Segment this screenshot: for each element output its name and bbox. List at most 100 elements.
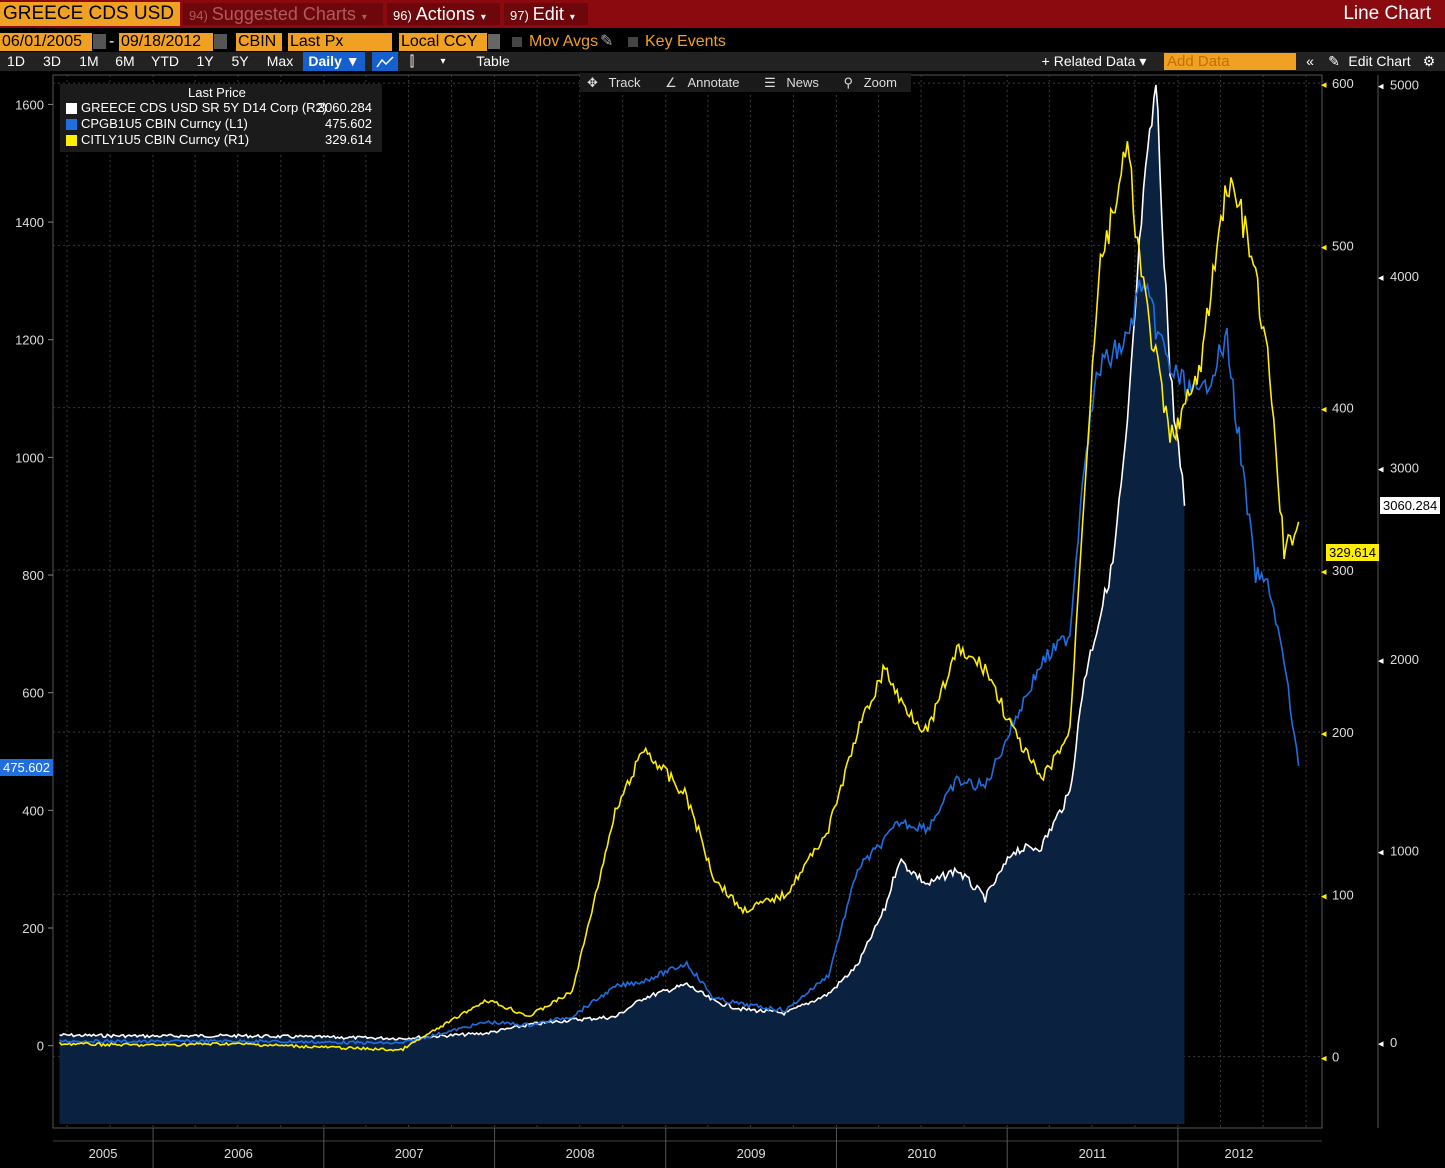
range-1d-button[interactable]: 1D	[0, 52, 32, 71]
pencil-icon[interactable]: ✎	[600, 33, 613, 51]
range-5y-button[interactable]: 5Y	[225, 52, 255, 71]
x-tick-label: 2008	[566, 1146, 595, 1161]
menu-label: Edit	[532, 4, 564, 24]
r2-tick-marker: ◂	[1378, 272, 1384, 284]
r2-tick-marker: ◂	[1378, 1038, 1384, 1050]
source-field[interactable]: CBIN	[236, 33, 282, 51]
calendar-icon[interactable]	[214, 34, 227, 49]
edit-chart-button[interactable]: Edit Chart	[1343, 52, 1416, 71]
news-label: News	[786, 75, 819, 90]
range-6m-button[interactable]: 6M	[110, 52, 140, 71]
x-tick-label: 2010	[907, 1146, 936, 1161]
r2-tick-marker: ◂	[1378, 81, 1384, 93]
legend-item[interactable]: GREECE CDS USD SR 5Y D14 Corp (R2) 3060.…	[66, 100, 378, 116]
key-events-label[interactable]: Key Events	[645, 33, 726, 51]
gear-icon[interactable]: ⚙	[1420, 52, 1438, 71]
chart-type-dropdown-icon[interactable]: ▾	[434, 52, 452, 71]
x-tick-label: 2012	[1224, 1146, 1253, 1161]
range-1y-button[interactable]: 1Y	[190, 52, 220, 71]
bar-chart-icon[interactable]: ⫿	[402, 52, 422, 71]
l1-tick-label: 800	[22, 568, 44, 583]
l1-tick-label: 1400	[15, 215, 44, 230]
l1-tick-label: 400	[22, 803, 44, 818]
collapse-icon[interactable]: «	[1299, 52, 1321, 71]
r2-tick-marker: ◂	[1378, 846, 1384, 858]
legend: Last Price GREECE CDS USD SR 5Y D14 Corp…	[60, 84, 382, 152]
legend-value: 329.614	[325, 132, 372, 147]
l1-tick-label: 1600	[15, 97, 44, 112]
line-chart-glyph	[376, 56, 394, 68]
end-date-field[interactable]: 09/18/2012	[119, 33, 213, 51]
legend-swatch	[66, 119, 77, 130]
r1-tick-label: 100	[1332, 887, 1354, 902]
range-ytd-button[interactable]: YTD	[146, 52, 184, 71]
news-tool[interactable]: ☰ News	[757, 75, 833, 90]
caret-down-icon: ▾	[569, 12, 575, 23]
l1-tick-label: 600	[22, 686, 44, 701]
r2-tick-label: 5000	[1390, 78, 1419, 93]
x-tick-label: 2009	[737, 1146, 766, 1161]
related-data-menu[interactable]: + Related Data ▾	[1030, 52, 1158, 71]
currency-field[interactable]: Local CCY	[399, 33, 487, 51]
legend-title: Last Price	[188, 85, 246, 100]
calendar-icon[interactable]	[93, 34, 106, 49]
range-max-button[interactable]: Max	[262, 52, 298, 71]
legend-item[interactable]: CPGB1U5 CBIN Curncy (L1) 475.602	[66, 116, 378, 132]
legend-label: GREECE CDS USD SR 5Y D14 Corp (R2)	[81, 100, 328, 115]
table-button[interactable]: Table	[458, 52, 528, 71]
legend-value: 475.602	[325, 116, 372, 131]
legend-swatch	[66, 135, 77, 146]
r1-tick-marker: ◂	[1321, 890, 1327, 902]
dropdown-icon[interactable]	[488, 34, 500, 49]
r2-tick-label: 0	[1390, 1035, 1397, 1050]
date-separator: -	[109, 33, 115, 50]
r2-tick-marker: ◂	[1378, 463, 1384, 475]
actions-menu[interactable]: 96) Actions ▾	[387, 3, 500, 25]
title-bar: GREECE CDS USD SR 94)Suggested Charts ▾ 9…	[0, 0, 1445, 48]
x-tick-label: 2011	[1079, 1146, 1107, 1161]
x-tick-label: 2007	[395, 1146, 424, 1161]
key-events-checkbox[interactable]	[628, 37, 638, 47]
pencil-icon[interactable]: ✎	[1326, 52, 1342, 71]
last-value-r1: 329.614	[1326, 544, 1379, 561]
r1-tick-label: 600	[1332, 76, 1354, 91]
annotate-tool[interactable]: ∠ Annotate	[658, 75, 753, 90]
r2-tick-label: 4000	[1390, 269, 1419, 284]
caret-down-icon: ▾	[480, 12, 486, 23]
legend-item[interactable]: CITLY1U5 CBIN Curncy (R1) 329.614	[66, 132, 378, 148]
r1-tick-marker: ◂	[1321, 566, 1327, 578]
line-chart-icon[interactable]	[372, 52, 398, 71]
edit-menu[interactable]: 97) Edit ▾	[504, 3, 588, 25]
track-tool[interactable]: ✥ Track	[580, 75, 655, 90]
r2-tick-marker: ◂	[1378, 655, 1384, 667]
r1-tick-label: 200	[1332, 725, 1354, 740]
last-value-r2: 3060.284	[1380, 497, 1441, 514]
legend-value: 3060.284	[317, 100, 372, 115]
l1-tick-label: 0	[37, 1039, 44, 1054]
l1-tick-label: 1000	[15, 450, 44, 465]
series-area	[59, 85, 1185, 1124]
l1-tick-label: 200	[22, 921, 44, 936]
start-date-field[interactable]: 06/01/2005	[0, 33, 92, 51]
range-bar: 1D 3D 1M 6M YTD 1Y 5Y Max Daily ▼ ⫿ ▾ Ta…	[0, 52, 1445, 71]
security-field[interactable]: GREECE CDS USD SR	[0, 2, 180, 48]
frequency-dropdown[interactable]: Daily ▼	[303, 52, 365, 71]
menu-number: 96)	[393, 8, 412, 23]
r2-tick-label: 1000	[1390, 843, 1419, 858]
r1-tick-label: 0	[1332, 1050, 1339, 1065]
zoom-tool[interactable]: ⚲ Zoom	[837, 75, 911, 90]
range-3d-button[interactable]: 3D	[36, 52, 68, 71]
chart-toolbar: ✥ Track ∠ Annotate ☰ News ⚲ Zoom	[580, 73, 911, 92]
last-value-l1: 475.602	[0, 759, 53, 776]
annotate-label: Annotate	[687, 75, 740, 90]
mov-avgs-label[interactable]: Mov Avgs	[529, 33, 598, 51]
price-field[interactable]: Last Px	[288, 33, 392, 51]
add-data-input[interactable]: Add Data	[1164, 53, 1296, 70]
settings-bar: 06/01/2005 - 09/18/2012 CBIN Last Px Loc…	[0, 31, 1445, 51]
legend-swatch	[66, 103, 77, 114]
suggested-charts-menu[interactable]: 94) Suggested Charts ▾	[183, 3, 383, 25]
range-1m-button[interactable]: 1M	[72, 52, 106, 71]
legend-label: CPGB1U5 CBIN Curncy (L1)	[81, 116, 248, 131]
mov-avgs-checkbox[interactable]	[512, 37, 522, 47]
r2-tick-label: 3000	[1390, 460, 1419, 475]
